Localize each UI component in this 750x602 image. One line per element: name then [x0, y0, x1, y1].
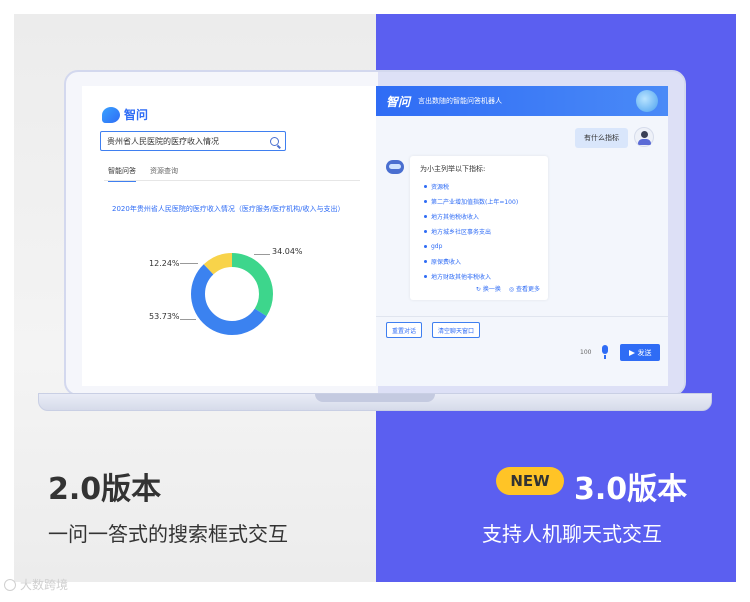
version-3-title: 3.0版本 [574, 472, 688, 507]
send-button[interactable]: 发送 [620, 344, 660, 361]
bot-actions: ↻ 换一换 ◎ 查看更多 [476, 284, 540, 293]
donut-label-53: 53.73% [149, 312, 180, 321]
bullet-icon [424, 275, 427, 278]
search-ui-panel: 智问 贵州省人民医院的医疗收入情况 智能问答 资源查询 2020年贵州省人民医院… [82, 86, 374, 386]
leader-line [180, 263, 198, 264]
indicator-item[interactable]: gdp [420, 239, 538, 254]
version-3-subtitle: 支持人机聊天式交互 [482, 522, 662, 546]
input-divider [376, 316, 668, 317]
bot-avatar-icon [386, 160, 404, 174]
refresh-button[interactable]: ↻ 换一换 [476, 284, 501, 293]
search-icon[interactable] [270, 136, 279, 146]
bullet-icon [424, 230, 427, 233]
bot-intro: 为小主列举以下指标: [420, 165, 486, 173]
robot-head-icon [636, 90, 658, 112]
char-count: 100 [580, 349, 592, 356]
bullet-icon [424, 245, 427, 248]
watermark: 大数跨境 [4, 576, 68, 593]
bullet-icon [424, 200, 427, 203]
search-input-value: 贵州省人民医院的医疗收入情况 [107, 136, 219, 146]
new-badge: NEW [496, 467, 564, 495]
chat-ui-panel: 智问 言出数随的智能问答机器人 有什么指标 为小主列举以下指标: 资源税 第二产… [376, 86, 668, 386]
bullet-icon [424, 215, 427, 218]
chat-header: 智问 言出数随的智能问答机器人 [376, 86, 668, 116]
logo-bubble-icon [102, 106, 120, 123]
user-avatar [634, 127, 654, 147]
version-2-title: 2.0版本 [48, 472, 162, 507]
microphone-icon[interactable] [598, 344, 612, 360]
bullet-icon [424, 185, 427, 188]
laptop-notch [315, 394, 435, 402]
chat-slogan: 言出数随的智能问答机器人 [418, 97, 503, 105]
bullet-icon [424, 260, 427, 263]
user-message: 有什么指标 [575, 128, 628, 148]
indicator-item[interactable]: 地方城乡社区事务支出 [420, 224, 538, 239]
indicator-item[interactable]: 地方其他税收收入 [420, 209, 538, 224]
logo-text: 智问 [124, 108, 149, 122]
restart-chat-button[interactable]: 重置对话 [386, 322, 423, 338]
see-more-button[interactable]: ◎ 查看更多 [509, 284, 540, 293]
send-icon [628, 349, 635, 356]
clear-chat-button[interactable]: 清空聊天窗口 [432, 322, 481, 338]
version-2-subtitle: 一问一答式的搜索框式交互 [48, 522, 288, 546]
indicator-item[interactable]: 第二产业增加值指数(上年=100) [420, 194, 538, 209]
donut-chart [191, 253, 273, 335]
bot-message: 为小主列举以下指标: 资源税 第二产业增加值指数(上年=100) 地方其他税收收… [410, 156, 548, 300]
indicator-item[interactable]: 地方财政其他非税收入 [420, 269, 538, 284]
indicator-item[interactable]: 资源税 [420, 179, 538, 194]
laptop-screen: 智问 贵州省人民医院的医疗收入情况 智能问答 资源查询 2020年贵州省人民医院… [82, 86, 668, 386]
search-input[interactable]: 贵州省人民医院的医疗收入情况 [100, 131, 286, 151]
indicator-item[interactable]: 原保费收入 [420, 254, 538, 269]
refresh-icon: ↻ [475, 286, 483, 293]
watermark-logo-icon [4, 578, 16, 591]
zhiwen-logo: 智问 [102, 106, 148, 123]
eye-icon: ◎ [508, 286, 516, 293]
chart-title: 2020年贵州省人民医院的医疗收入情况（医疗服务/医疗机构/收入与支出） [112, 205, 345, 213]
leader-line [180, 319, 196, 320]
donut-label-34: 34.04% [272, 247, 303, 256]
tabs-divider [104, 180, 360, 181]
chat-brand: 智问 [386, 94, 411, 109]
donut-label-12: 12.24% [149, 259, 180, 268]
leader-line [254, 254, 270, 255]
